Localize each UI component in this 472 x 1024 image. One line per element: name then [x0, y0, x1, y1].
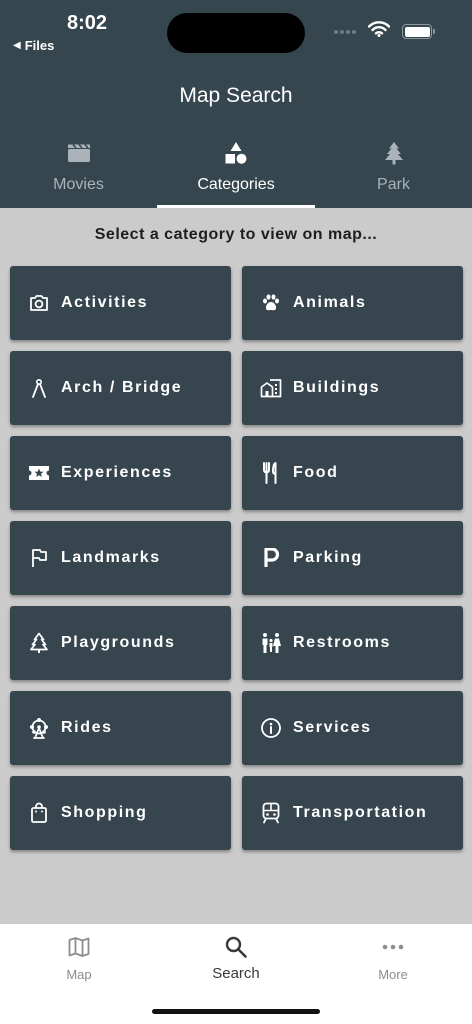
category-landmarks-button[interactable]: Landmarks — [10, 521, 231, 595]
status-time: 8:02 — [67, 12, 108, 34]
battery-icon — [402, 24, 435, 39]
category-label: Shopping — [61, 804, 148, 821]
fork-knife-icon — [260, 462, 282, 484]
bottom-nav-map[interactable]: Map — [29, 934, 129, 982]
back-triangle-icon: ◀ — [13, 40, 21, 51]
info-icon — [260, 717, 282, 739]
category-services-button[interactable]: Services — [242, 691, 463, 765]
shapes-icon — [224, 140, 248, 166]
tree-icon — [383, 140, 405, 166]
category-label: Parking — [293, 549, 363, 566]
category-label: Rides — [61, 719, 113, 736]
family-restroom-icon — [260, 632, 282, 654]
search-icon — [225, 934, 247, 960]
category-prompt: Select a category to view on map... — [94, 226, 378, 243]
tab-categories[interactable]: Categories — [157, 128, 315, 208]
category-transportation-button[interactable]: Transportation — [242, 776, 463, 850]
camera-icon — [28, 292, 50, 314]
category-food-button[interactable]: Food — [242, 436, 463, 510]
category-label: Landmarks — [61, 549, 161, 566]
more-dots-icon — [382, 934, 404, 960]
category-label: Services — [293, 719, 372, 736]
parking-icon — [260, 547, 282, 569]
category-restrooms-button[interactable]: Restrooms — [242, 606, 463, 680]
tab-movies[interactable]: Movies — [0, 128, 157, 208]
tab-label: Movies — [53, 176, 104, 193]
category-rides-button[interactable]: Rides — [10, 691, 231, 765]
category-label: Buildings — [293, 379, 381, 396]
category-label: Restrooms — [293, 634, 391, 651]
map-icon — [68, 934, 90, 960]
shopping-bag-icon — [28, 802, 50, 824]
category-animals-button[interactable]: Animals — [242, 266, 463, 340]
bottom-nav-more[interactable]: More — [343, 934, 443, 982]
tab-park[interactable]: Park — [315, 128, 472, 208]
home-indicator[interactable] — [152, 1009, 320, 1014]
clapperboard-icon — [67, 140, 91, 166]
category-shopping-button[interactable]: Shopping — [10, 776, 231, 850]
category-label: Arch / Bridge — [61, 379, 183, 396]
category-label: Activities — [61, 294, 149, 311]
category-arch-bridge-button[interactable]: Arch / Bridge — [10, 351, 231, 425]
page-title: Map Search — [179, 84, 293, 107]
train-icon — [260, 802, 282, 824]
buildings-icon — [260, 377, 282, 399]
bottom-nav-search[interactable]: Search — [186, 934, 286, 982]
category-activities-button[interactable]: Activities — [10, 266, 231, 340]
bottom-nav-label: More — [378, 967, 408, 982]
category-label: Experiences — [61, 464, 173, 481]
category-parking-button[interactable]: Parking — [242, 521, 463, 595]
tree-outline-icon — [28, 632, 50, 654]
wifi-icon — [367, 21, 391, 42]
category-label: Food — [293, 464, 339, 481]
cellular-signal-icon — [334, 29, 356, 34]
back-to-files-button[interactable]: ◀ Files — [13, 38, 54, 53]
category-label: Playgrounds — [61, 634, 176, 651]
category-playgrounds-button[interactable]: Playgrounds — [10, 606, 231, 680]
tab-label: Categories — [197, 176, 275, 193]
category-experiences-button[interactable]: Experiences — [10, 436, 231, 510]
ferris-wheel-icon — [28, 717, 50, 739]
ticket-star-icon — [28, 462, 50, 484]
category-grid: Activities Animals Arch / Bridge Buildin… — [10, 266, 463, 850]
tab-bar: Movies Categories Park — [0, 128, 472, 208]
back-label: Files — [24, 38, 55, 53]
tab-label: Park — [377, 176, 410, 193]
bottom-nav-label: Search — [212, 965, 260, 982]
category-label: Transportation — [293, 804, 428, 821]
top-bar: 8:02 ◀ Files Map Search Movies Categorie… — [0, 0, 472, 208]
dynamic-island — [167, 13, 305, 53]
status-icons — [334, 21, 435, 42]
category-label: Animals — [293, 294, 367, 311]
category-buildings-button[interactable]: Buildings — [242, 351, 463, 425]
bottom-nav-label: Map — [66, 967, 92, 982]
compass-icon — [28, 377, 50, 399]
flag-icon — [28, 547, 50, 569]
paw-icon — [260, 292, 282, 314]
